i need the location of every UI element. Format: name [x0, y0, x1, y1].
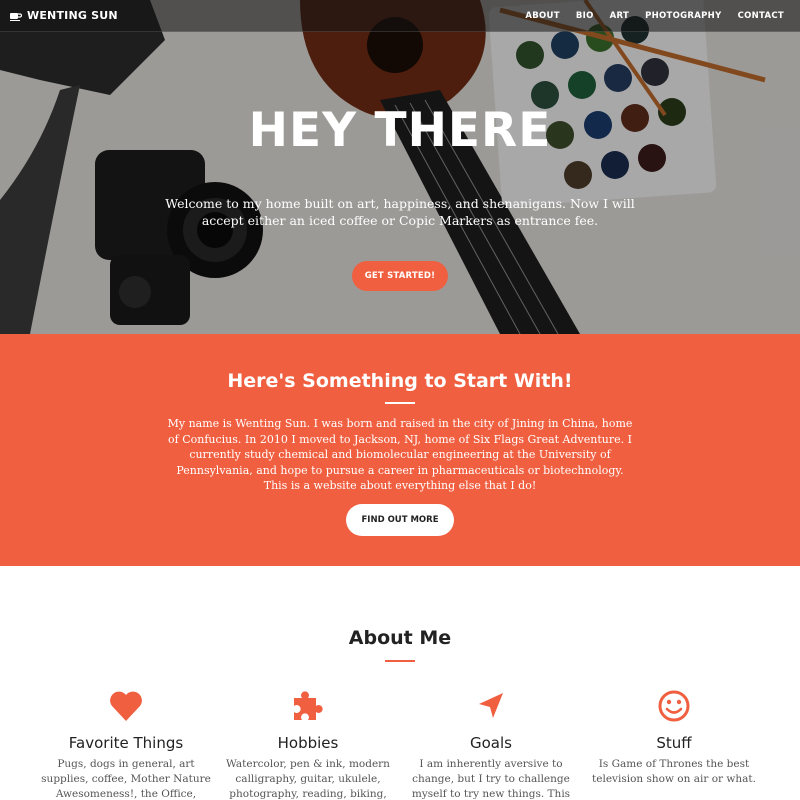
feature-title: Stuff: [656, 734, 692, 752]
feature-text: Is Game of Thrones the best television s…: [592, 758, 756, 785]
heart-icon: [110, 691, 142, 721]
feature-favorite-things: Favorite Things Pugs, dogs in general, a…: [31, 688, 221, 800]
nav-item-bio[interactable]: BIO: [570, 8, 600, 24]
feature-title: Hobbies: [277, 734, 339, 752]
feature-stuff: Stuff Is Game of Thrones the best televi…: [579, 688, 769, 787]
nav-item-contact[interactable]: CONTACT: [732, 8, 790, 24]
nav-links: ABOUT BIO ART PHOTOGRAPHY CONTACT: [519, 8, 790, 24]
find-out-more-button[interactable]: FIND OUT MORE: [346, 504, 454, 536]
nav-item-about[interactable]: ABOUT: [519, 8, 565, 24]
nav-item-photography[interactable]: PHOTOGRAPHY: [639, 8, 728, 24]
feature-title: Goals: [470, 734, 512, 752]
intro-text: My name is Wenting Sun. I was born and r…: [167, 417, 633, 493]
feature-text: Watercolor, pen & ink, modern calligraph…: [226, 758, 390, 800]
nav-item-art[interactable]: ART: [604, 8, 635, 24]
intro-divider: [385, 402, 415, 404]
feature-title: Favorite Things: [68, 734, 184, 752]
intro-title: Here's Something to Start With!: [227, 370, 573, 392]
hero-section: HEY THERE Welcome to my home built on ar…: [0, 0, 800, 334]
puzzle-icon: [294, 691, 323, 720]
intro-section: Here's Something to Start With! My name …: [0, 334, 800, 566]
location-arrow-icon: [479, 693, 503, 718]
feature-text: Pugs, dogs in general, art supplies, cof…: [41, 758, 211, 800]
brand-name: WENTING SUN: [27, 9, 118, 22]
about-title: About Me: [348, 627, 452, 649]
smile-icon: [658, 690, 690, 722]
feature-goals: Goals I am inherently aversive to change…: [396, 688, 586, 800]
feature-text: I am inherently aversive to change, but …: [411, 758, 571, 800]
top-navbar: WENTING SUN ABOUT BIO ART PHOTOGRAPHY CO…: [0, 0, 800, 32]
coffee-cup-icon: [10, 12, 22, 21]
hero-title: HEY THERE: [248, 103, 552, 158]
brand-link[interactable]: WENTING SUN: [10, 9, 118, 22]
feature-hobbies: Hobbies Watercolor, pen & ink, modern ca…: [213, 688, 403, 800]
about-features: Favorite Things Pugs, dogs in general, a…: [0, 688, 800, 800]
get-started-button[interactable]: GET STARTED!: [352, 261, 448, 291]
about-divider: [385, 660, 415, 662]
hero-welcome-text: Welcome to my home built on art, happine…: [165, 196, 635, 228]
